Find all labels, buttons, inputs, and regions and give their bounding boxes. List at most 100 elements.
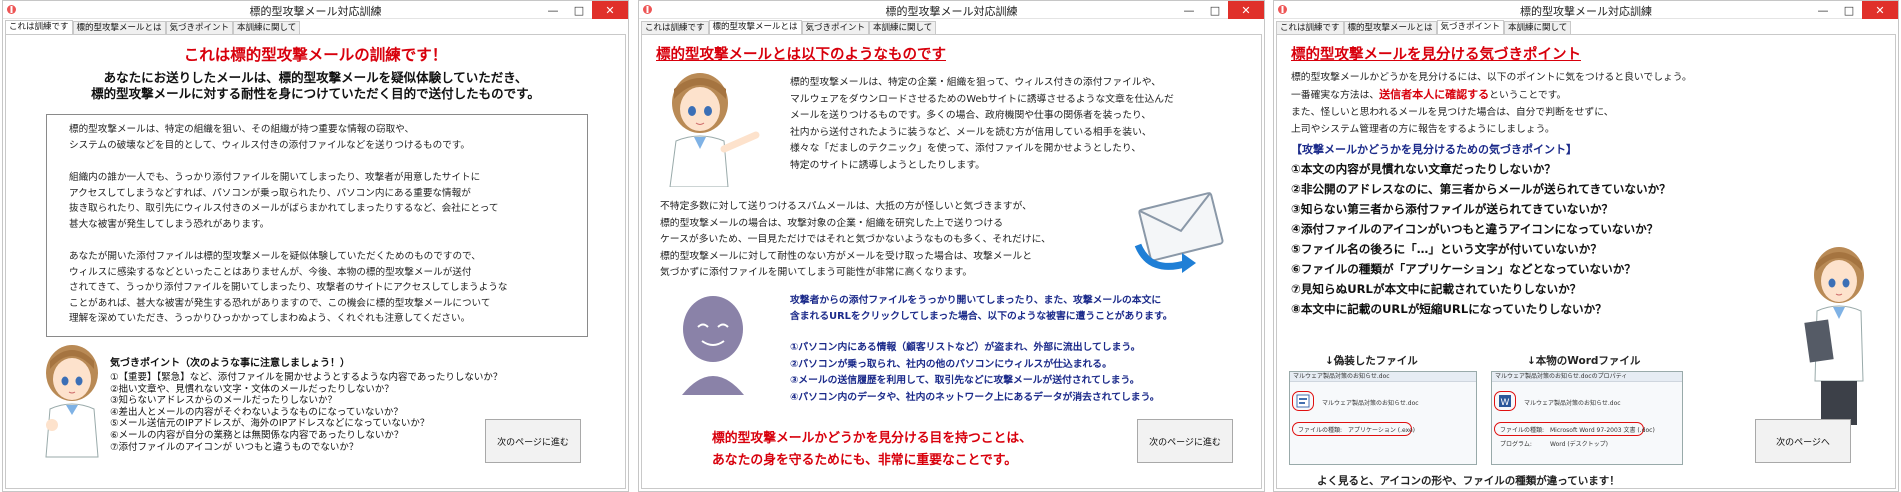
confirm-sender-emphasis: 送信者本人に確認する [1379, 88, 1490, 101]
tab-training[interactable]: これは訓練です [5, 20, 73, 35]
tip-item: ④差出人とメールの内容がそぐわないようなものになっていないか？ [110, 406, 403, 418]
intro-line-4: 上司やシステム管理者の方に報告をするようにしましょう。 [1291, 124, 1555, 135]
intro-line-2: 一番確実な方法は、送信者本人に確認するということです。 [1291, 86, 1692, 104]
window-what-is: 標的型攻撃メール対応訓練 — □ ✕ これは訓練です 標的型攻撃メールとは 気づ… [638, 0, 1265, 492]
window-title: 標的型攻撃メール対応訓練 [249, 5, 382, 18]
window-points: 標的型攻撃メール対応訓練 — □ ✕ これは訓練です 標的型攻撃メールとは 気づ… [1273, 0, 1899, 492]
window-title: 標的型攻撃メール対応訓練 [885, 5, 1018, 18]
point-item: ⑦見知らぬURLが本文中に記載されていたりしないか？ [1291, 282, 1582, 296]
footer-note: よく見ると、アイコンの形や、ファイルの種類が違っています！ [1317, 475, 1620, 487]
tab-training[interactable]: これは訓練です [641, 21, 709, 35]
tab-what-is[interactable]: 標的型攻撃メールとは [708, 20, 802, 35]
title-bar: 標的型攻撃メール対応訓練 — □ ✕ [3, 1, 628, 19]
page-heading: 標的型攻撃メールとは以下のようなものです [656, 47, 946, 63]
tab-points[interactable]: 気づきポイント [801, 21, 870, 35]
guide-character-illustration [45, 345, 99, 458]
minimize-button[interactable]: — [540, 1, 566, 19]
point-item: ⑥ファイルの種類が「アプリケーション」などとなっていないか？ [1291, 262, 1636, 276]
points-title: 【攻撃メールかどうかを見分けるための気づきポイント】 [1291, 143, 1577, 156]
page-heading: 標的型攻撃メールを見分ける気づきポイント [1291, 47, 1581, 63]
intro-text: 標的型攻撃メールかどうかを見分けるには、以下のポイントに気をつけると良いでしょう… [1291, 69, 1692, 138]
damage-intro: 攻撃者からの添付ファイルをうっかり開いてしまったり、また、攻撃メールの本文に 含… [790, 295, 1173, 322]
properties-title: マルウェア製品対策のお知らせ.doc [1290, 372, 1476, 382]
caption-fake-file: ↓偽装したファイル [1325, 355, 1418, 367]
tab-strip: これは訓練です 標的型攻撃メールとは 気づきポイント 本訓練に関して [641, 20, 937, 35]
tip-item: ⑥メールの内容が自分の業務とは無関係な内容であったりしないか？ [110, 429, 404, 441]
maximize-button[interactable]: □ [566, 1, 592, 19]
damage-item: ①パソコン内にある情報（顧客リストなど）が盗まれ、外部に流出してしまう。 [790, 342, 1141, 353]
point-item: ④添付ファイルのアイコンがいつもと違うアイコンになっていないか？ [1291, 222, 1659, 236]
title-bar: 標的型攻撃メール対応訓練 — □ ✕ [1274, 1, 1898, 19]
program-value: Word (デスクトップ) [1550, 441, 1609, 448]
description-para-3: あなたが開いた添付ファイルは標的型攻撃メールを疑似体験していただくためのものです… [69, 251, 508, 324]
tab-strip: これは訓練です 標的型攻撃メールとは 気づきポイント 本訓練に関して [1276, 20, 1572, 35]
point-item: ⑤ファイル名の後ろに「…」という文字が付いていないか？ [1291, 242, 1602, 256]
window-title: 標的型攻撃メール対応訓練 [1520, 5, 1652, 18]
tip-item: ⑤メール送信元のIPアドレスが、海外のIPアドレスなどになっていないか？ [110, 418, 430, 430]
tip-item: ①【重要】【緊急】など、添付ファイルを開かせようとするような内容であったりしない… [110, 372, 503, 383]
maximize-button[interactable]: □ [1202, 1, 1228, 19]
intro-line-2-prefix: 一番確実な方法は、 [1291, 90, 1380, 101]
tab-strip: これは訓練です 標的型攻撃メールとは 気づきポイント 本訓練に関して [5, 20, 301, 35]
subheading-line-2: 標的型攻撃メールに対する耐性を身につけていただく目的で送付したものです。 [91, 86, 540, 101]
tab-about[interactable]: 本訓練に関して [869, 21, 937, 35]
file-name: マルウェア製品対策のお知らせ.doc [1322, 400, 1419, 407]
tab-points[interactable]: 気づきポイント [1436, 20, 1505, 35]
intro-line-2-suffix: ということです。 [1489, 90, 1567, 101]
tip-item: ③知らないアドレスからのメールだったりしないか？ [110, 395, 338, 407]
file-name: マルウェア製品対策のお知らせ.doc [1524, 400, 1621, 407]
point-item: ⑧本文中に記載のURLが短縮URLになっていたりしないか？ [1291, 302, 1607, 316]
point-item: ②非公開のアドレスなのに、第三者からメールが送られてきていないか？ [1291, 182, 1671, 196]
properties-title: マルウェア製品対策のお知らせ.docのプロパティ [1492, 372, 1682, 382]
guide-character-illustration [669, 73, 760, 187]
next-page-button[interactable]: 次のページに進む [1137, 419, 1233, 463]
tab-points[interactable]: 気づきポイント [165, 21, 234, 35]
real-file-properties-screenshot: マルウェア製品対策のお知らせ.docのプロパティ W マルウェア製品対策のお知ら… [1491, 371, 1683, 465]
description-para-2: 不特定多数に対して送りつけるスパムメールは、大抵の方が怪しいと気づきますが、 標… [660, 201, 1051, 278]
point-item: ①本文の内容が見慣れない文章だったりしないか？ [1291, 162, 1556, 176]
tips-title: 気づきポイント（次のような事に注意しましょう！） [110, 358, 350, 369]
minimize-button[interactable]: — [1176, 1, 1202, 19]
tab-about[interactable]: 本訓練に関して [233, 21, 301, 35]
type-value: アプリケーション (.exe) [1348, 427, 1416, 434]
tab-about[interactable]: 本訓練に関して [1504, 21, 1572, 35]
caption-real-file: ↓本物のWordファイル [1527, 355, 1641, 367]
close-button[interactable]: ✕ [1862, 1, 1898, 19]
type-label: ファイルの種類: [1298, 427, 1343, 434]
page-heading: これは標的型攻撃メールの訓練です！ [183, 46, 448, 64]
points-list: ①本文の内容が見慣れない文章だったりしないか？ ②非公開のアドレスなのに、第三者… [1291, 159, 1671, 319]
highlight-circle [1292, 391, 1314, 411]
tip-item: ②拙い文章や、見慣れない文字・文体のメールだったりしないか？ [110, 383, 394, 395]
intro-line-3: また、怪しいと思われるメールを見つけた場合は、自分で判断をせずに、 [1291, 107, 1614, 118]
point-item: ③知らない第三者から添付ファイルが送られてきていないか？ [1291, 202, 1614, 216]
minimize-button[interactable]: — [1810, 1, 1836, 19]
highlight-circle [1494, 391, 1516, 411]
tab-training[interactable]: これは訓練です [1276, 21, 1344, 35]
mail-envelope-icon [1134, 191, 1224, 273]
tab-what-is[interactable]: 標的型攻撃メールとは [1343, 21, 1437, 35]
tab-content: 標的型攻撃メールを見分ける気づきポイント 標的型攻撃メールかどうかを見分けるには… [1276, 34, 1896, 489]
description-para-2: 組織内の誰か一人でも、うっかり添付ファイルを開いてしまったり、攻撃者が用意したサ… [69, 172, 499, 230]
description-para-1: 標的型攻撃メールは、特定の企業・組織を狙って、ウィルス付きの添付ファイルや、 マ… [790, 77, 1174, 171]
next-page-button[interactable]: 次のページに進む [485, 419, 581, 463]
maximize-button[interactable]: □ [1836, 1, 1862, 19]
description-para-1: 標的型攻撃メールは、特定の組織を狙い、その組織が持つ重要な情報の窃取や、 システ… [69, 124, 471, 151]
next-page-button[interactable]: 次のページへ [1755, 419, 1851, 463]
damage-item: ②パソコンが乗っ取られ、社内の他のパソコンにウィルスが仕込まれる。 [790, 358, 1112, 370]
close-button[interactable]: ✕ [1228, 1, 1264, 19]
fake-file-properties-screenshot: マルウェア製品対策のお知らせ.doc マルウェア製品対策のお知らせ.doc ファ… [1289, 371, 1477, 465]
tab-what-is[interactable]: 標的型攻撃メールとは [72, 21, 166, 35]
damage-item: ④パソコン内のデータや、社内のネットワーク上にあるデータが消去されてしまう。 [790, 391, 1160, 403]
attacker-silhouette-icon [682, 296, 744, 395]
guide-character-illustration [1804, 247, 1864, 425]
intro-line-1: 標的型攻撃メールかどうかを見分けるには、以下のポイントに気をつけると良いでしょう… [1291, 72, 1692, 83]
closing-line-1: 標的型攻撃メールかどうかを見分ける目を持つことは、 [712, 431, 1032, 446]
close-button[interactable]: ✕ [592, 1, 628, 19]
title-bar: 標的型攻撃メール対応訓練 — □ ✕ [639, 1, 1264, 19]
tab-content: 標的型攻撃メールとは以下のようなものです 標的型攻撃メールは、特定の企業・組織を… [641, 34, 1262, 489]
tip-item: ⑦添付ファイルのアイコンが いつもと違うものでないか？ [110, 441, 359, 453]
type-label: ファイルの種類: [1500, 427, 1545, 434]
program-label: プログラム: [1500, 441, 1532, 448]
type-value: Microsoft Word 97-2003 文書 (.doc) [1550, 427, 1655, 434]
tab-content: これは標的型攻撃メールの訓練です！ あなたにお送りしたメールは、標的型攻撃メール… [5, 34, 626, 489]
